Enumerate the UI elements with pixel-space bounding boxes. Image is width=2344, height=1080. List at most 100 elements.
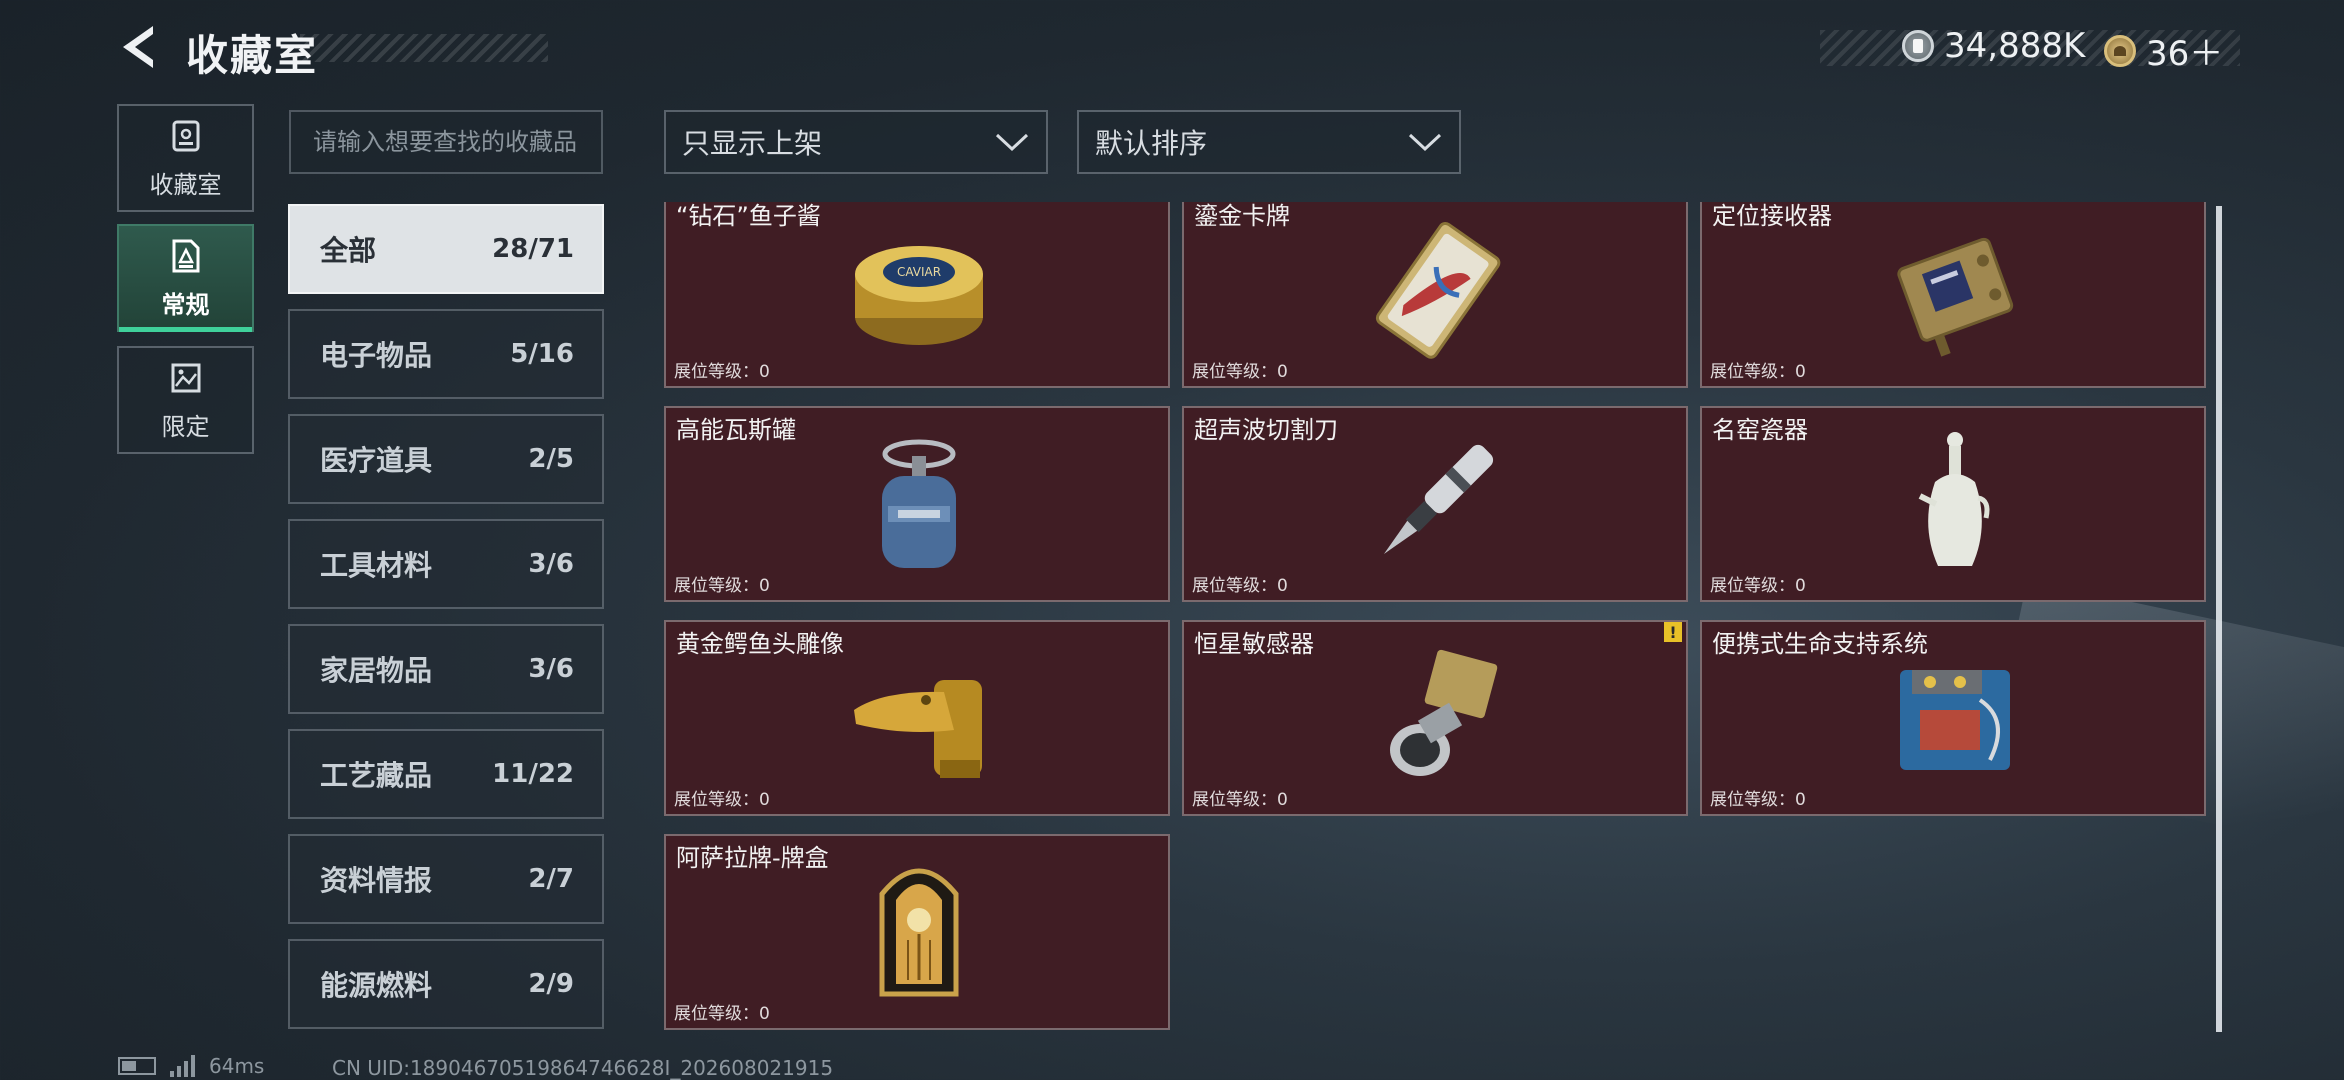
life-support-icon	[1900, 670, 2010, 770]
display-filter-value: 只显示上架	[682, 127, 823, 160]
status-footer: 64ms	[118, 1054, 264, 1078]
item-level: 展位等级：0	[674, 1004, 770, 1024]
back-button[interactable]	[116, 22, 162, 72]
vault-icon	[169, 117, 203, 155]
item-level: 展位等级：0	[1192, 790, 1288, 810]
sort-value: 默认排序	[1095, 127, 1208, 160]
category-label: 医疗道具	[320, 444, 433, 477]
item-name: 鎏金卡牌	[1194, 202, 1290, 230]
category-count: 2/7	[528, 864, 574, 894]
card-box-icon	[879, 868, 959, 997]
category-count: 11/22	[492, 759, 574, 789]
category-intel[interactable]: 资料情报 2/7	[288, 834, 604, 924]
search-input[interactable]	[289, 110, 603, 174]
item-level: 展位等级：0	[1710, 790, 1806, 810]
category-count: 28/71	[492, 234, 574, 264]
document-icon	[169, 237, 203, 275]
header: 收藏室 34,888K 36＋	[0, 0, 2344, 100]
page-title: 收藏室	[186, 31, 319, 80]
item-level: 展位等级：0	[674, 362, 770, 382]
side-tab-regular[interactable]: 常规	[117, 224, 254, 332]
item-card-gilded-card[interactable]: 鎏金卡牌 展位等级：0	[1182, 202, 1688, 388]
chevron-down-icon	[995, 133, 1029, 152]
svg-text:CAVIAR: CAVIAR	[897, 265, 941, 279]
item-card-caviar[interactable]: “钻石”鱼子酱 CAVIAR 展位等级：0	[664, 202, 1170, 388]
item-card-gold-crocodile[interactable]: 黄金鳄鱼头雕像 展位等级：0	[664, 620, 1170, 816]
warning-badge: !	[1664, 622, 1682, 642]
silver-coin-icon	[1902, 30, 1934, 62]
item-level: 展位等级：0	[1192, 576, 1288, 596]
item-level: 展位等级：0	[674, 576, 770, 596]
display-filter-dropdown[interactable]: 只显示上架	[664, 110, 1048, 174]
ping-value: 64ms	[209, 1054, 265, 1078]
gas-canister-icon	[882, 439, 956, 568]
chevron-down-icon	[1408, 133, 1442, 152]
item-name: 阿萨拉牌-牌盒	[676, 844, 829, 872]
side-tab-collection-room[interactable]: 收藏室	[117, 104, 254, 212]
image-icon	[169, 359, 203, 397]
receiver-icon	[1897, 237, 2014, 357]
title-decoration	[300, 34, 548, 62]
gilded-card-icon	[1375, 221, 1501, 359]
category-label: 电子物品	[320, 339, 433, 372]
item-card-life-support[interactable]: 便携式生命支持系统 展位等级：0	[1700, 620, 2206, 816]
category-count: 3/6	[528, 549, 574, 579]
side-tab-label: 限定	[161, 412, 210, 441]
silver-currency: 34,888K	[1902, 26, 2085, 66]
caviar-tin-icon: CAVIAR	[855, 246, 983, 345]
category-label: 工具材料	[320, 549, 433, 582]
category-count: 3/6	[528, 654, 574, 684]
gold-currency[interactable]: 36＋	[2104, 26, 2223, 75]
category-label: 资料情报	[320, 864, 433, 897]
category-tools[interactable]: 工具材料 3/6	[288, 519, 604, 609]
side-tab-label: 收藏室	[149, 170, 222, 199]
item-level: 展位等级：0	[674, 790, 770, 810]
porcelain-vase-icon	[1918, 432, 1990, 566]
category-household[interactable]: 家居物品 3/6	[288, 624, 604, 714]
item-name: “钻石”鱼子酱	[676, 202, 821, 230]
category-count: 5/16	[510, 339, 574, 369]
category-label: 全部	[320, 234, 377, 267]
silver-currency-value: 34,888K	[1944, 26, 2086, 66]
category-label: 工艺藏品	[320, 759, 433, 792]
item-level: 展位等级：0	[1192, 362, 1288, 382]
grid-scrollbar[interactable]	[2216, 206, 2222, 1032]
side-tab-limited[interactable]: 限定	[117, 346, 254, 454]
gold-token-icon	[2104, 34, 2136, 67]
item-card-card-box[interactable]: 阿萨拉牌-牌盒 展位等级：0	[664, 834, 1170, 1030]
item-name: 定位接收器	[1712, 202, 1832, 230]
item-card-ultrasonic-knife[interactable]: 超声波切割刀 展位等级：0	[1182, 406, 1688, 602]
item-name: 超声波切割刀	[1194, 416, 1338, 444]
category-fuel[interactable]: 能源燃料 2/9	[288, 939, 604, 1029]
item-grid: “钻石”鱼子酱 CAVIAR 展位等级：0 鎏金卡牌 展位等级：0 定位接收器	[660, 202, 2206, 1032]
category-crafts[interactable]: 工艺藏品 11/22	[288, 729, 604, 819]
category-label: 家居物品	[320, 654, 433, 687]
ultrasonic-knife-icon	[1383, 444, 1494, 555]
item-level: 展位等级：0	[1710, 576, 1806, 596]
category-all[interactable]: 全部 28/71	[288, 204, 604, 294]
chevron-left-icon	[123, 26, 153, 68]
gold-currency-value: 36＋	[2146, 34, 2224, 74]
category-count: 2/5	[528, 444, 574, 474]
user-uid: CN UID:18904670519864746628I_20260802191…	[332, 1056, 834, 1080]
star-sensor-icon	[1390, 649, 1498, 776]
gold-crocodile-icon	[854, 680, 982, 778]
signal-icon	[170, 1055, 195, 1077]
item-name: 黄金鳄鱼头雕像	[676, 630, 844, 658]
category-label: 能源燃料	[320, 969, 433, 1002]
category-count: 2/9	[528, 969, 574, 999]
item-name: 名窑瓷器	[1712, 416, 1808, 444]
item-card-porcelain[interactable]: 名窑瓷器 展位等级：0	[1700, 406, 2206, 602]
item-name: 恒星敏感器	[1194, 630, 1314, 658]
category-medical[interactable]: 医疗道具 2/5	[288, 414, 604, 504]
scroll-thumb[interactable]	[2216, 206, 2222, 1032]
sort-dropdown[interactable]: 默认排序	[1077, 110, 1461, 174]
item-name: 高能瓦斯罐	[676, 416, 796, 444]
category-electronics[interactable]: 电子物品 5/16	[288, 309, 604, 399]
item-card-star-sensor[interactable]: 恒星敏感器 ! 展位等级：0	[1182, 620, 1688, 816]
item-card-receiver[interactable]: 定位接收器 展位等级：0	[1700, 202, 2206, 388]
item-level: 展位等级：0	[1710, 362, 1806, 382]
item-card-gas-canister[interactable]: 高能瓦斯罐 展位等级：0	[664, 406, 1170, 602]
battery-icon	[118, 1057, 156, 1075]
side-tab-label: 常规	[161, 290, 210, 319]
